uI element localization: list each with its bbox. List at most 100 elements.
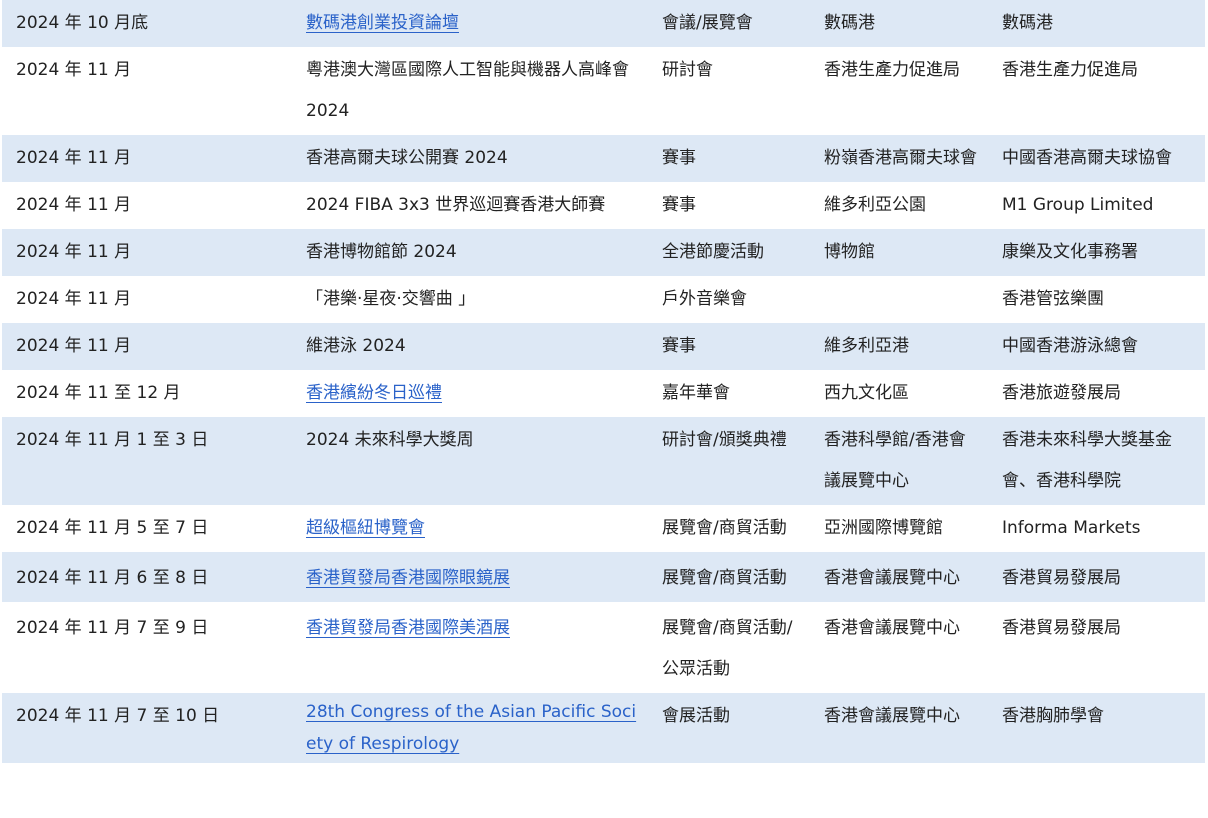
event-venue-cell: 博物館 bbox=[810, 229, 988, 276]
event-venue-text: 香港會議展覽中心 bbox=[824, 706, 960, 726]
event-name-cell: 「港樂‧星夜‧交響曲 」 bbox=[290, 276, 648, 323]
event-venue-cell: 數碼港 bbox=[810, 0, 988, 47]
event-date-cell: 2024 年 11 月 bbox=[2, 229, 290, 276]
event-date-text: 2024 年 11 月 bbox=[16, 195, 132, 215]
event-organizer-text: M1 Group Limited bbox=[1002, 195, 1154, 215]
event-organizer-text: 香港貿易發展局 bbox=[1002, 618, 1121, 638]
event-venue-cell: 維多利亞港 bbox=[810, 323, 988, 370]
event-name-text: 2024 FIBA 3x3 世界巡迴賽香港大師賽 bbox=[306, 195, 606, 215]
event-date-text: 2024 年 11 月 bbox=[16, 242, 132, 262]
table-row: 2024 年 11 月 香港高爾夫球公開賽 2024 賽事 粉嶺香港高爾夫球會 中國香港… bbox=[2, 135, 1205, 182]
table-row: 2024 年 10 月底 數碼港創業投資論壇 會議/展覽會 數碼港 數碼港 bbox=[2, 0, 1205, 47]
event-organizer-text: 數碼港 bbox=[1002, 13, 1053, 33]
table-row: 2024 年 11 月 5 至 7 日 超級樞紐博覽會 展覽會/商貿活動 亞洲國際博覽… bbox=[2, 505, 1205, 552]
event-type-cell: 會議/展覽會 bbox=[648, 0, 810, 47]
event-venue-text: 博物館 bbox=[824, 242, 875, 262]
event-type-text: 嘉年華會 bbox=[662, 383, 730, 403]
event-link[interactable]: 數碼港創業投資論壇 bbox=[306, 13, 459, 33]
event-date-text: 2024 年 11 月 bbox=[16, 148, 132, 168]
event-organizer-text: 香港管弦樂團 bbox=[1002, 289, 1104, 309]
event-organizer-text: 中國香港游泳總會 bbox=[1002, 336, 1138, 356]
events-table-body: 2024 年 10 月底 數碼港創業投資論壇 會議/展覽會 數碼港 數碼港 2024 年 … bbox=[2, 0, 1205, 763]
event-venue-cell: 維多利亞公園 bbox=[810, 182, 988, 229]
event-link[interactable]: 香港貿發局香港國際眼鏡展 bbox=[306, 568, 510, 588]
event-type-text: 賽事 bbox=[662, 336, 696, 356]
event-name-cell: 香港貿發局香港國際眼鏡展 bbox=[290, 552, 648, 602]
table-row: 2024 年 11 至 12 月 香港繽紛冬日巡禮 嘉年華會 西九文化區 香港旅遊發展局 bbox=[2, 370, 1205, 417]
event-name-cell: 28th Congress of the Asian Pacific Socie… bbox=[290, 693, 648, 763]
event-type-cell: 展覽會/商貿活動 bbox=[648, 505, 810, 552]
event-date-text: 2024 年 11 月 bbox=[16, 60, 132, 80]
event-name-cell: 超級樞紐博覽會 bbox=[290, 505, 648, 552]
event-organizer-text: Informa Markets bbox=[1002, 518, 1141, 538]
event-date-text: 2024 年 11 月 6 至 8 日 bbox=[16, 568, 209, 588]
event-type-cell: 展覽會/商貿活動 bbox=[648, 552, 810, 602]
event-venue-cell: 香港會議展覽中心 bbox=[810, 693, 988, 763]
event-date-cell: 2024 年 11 月 6 至 8 日 bbox=[2, 552, 290, 602]
event-organizer-text: 香港未來科學大獎基金會、香港科學院 bbox=[1002, 430, 1172, 491]
event-organizer-cell: 香港貿易發展局 bbox=[988, 602, 1205, 693]
table-row: 2024 年 11 月 「港樂‧星夜‧交響曲 」 戶外音樂會 香港管弦樂團 bbox=[2, 276, 1205, 323]
event-type-cell: 賽事 bbox=[648, 323, 810, 370]
event-type-cell: 研討會/頒獎典禮 bbox=[648, 417, 810, 505]
event-type-text: 全港節慶活動 bbox=[662, 242, 764, 262]
event-organizer-text: 香港生產力促進局 bbox=[1002, 60, 1138, 80]
event-name-cell: 2024 FIBA 3x3 世界巡迴賽香港大師賽 bbox=[290, 182, 648, 229]
event-venue-text: 香港科學館/香港會議展覽中心 bbox=[824, 430, 966, 491]
table-row: 2024 年 11 月 維港泳 2024 賽事 維多利亞港 中國香港游泳總會 bbox=[2, 323, 1205, 370]
event-organizer-text: 香港貿易發展局 bbox=[1002, 568, 1121, 588]
table-row: 2024 年 11 月 7 至 9 日 香港貿發局香港國際美酒展 展覽會/商貿活動/… bbox=[2, 602, 1205, 693]
event-venue-text: 香港生產力促進局 bbox=[824, 60, 960, 80]
event-organizer-cell: 數碼港 bbox=[988, 0, 1205, 47]
event-type-cell: 賽事 bbox=[648, 182, 810, 229]
event-date-cell: 2024 年 11 至 12 月 bbox=[2, 370, 290, 417]
event-type-text: 賽事 bbox=[662, 195, 696, 215]
event-date-text: 2024 年 11 月 bbox=[16, 336, 132, 356]
event-date-text: 2024 年 11 月 5 至 7 日 bbox=[16, 518, 209, 538]
events-table: 2024 年 10 月底 數碼港創業投資論壇 會議/展覽會 數碼港 數碼港 2024 年 … bbox=[2, 0, 1205, 763]
event-type-cell: 會展活動 bbox=[648, 693, 810, 763]
event-type-text: 研討會 bbox=[662, 60, 713, 80]
event-venue-text: 維多利亞港 bbox=[824, 336, 909, 356]
table-row: 2024 年 11 月 香港博物館節 2024 全港節慶活動 博物館 康樂及文化事務署 bbox=[2, 229, 1205, 276]
event-date-text: 2024 年 11 月 7 至 10 日 bbox=[16, 706, 220, 726]
event-name-text: 粵港澳大灣區國際人工智能與機器人高峰會 2024 bbox=[306, 60, 629, 121]
event-organizer-cell: 香港管弦樂團 bbox=[988, 276, 1205, 323]
event-name-text: 「港樂‧星夜‧交響曲 」 bbox=[306, 289, 476, 309]
event-date-text: 2024 年 10 月底 bbox=[16, 13, 149, 33]
event-date-cell: 2024 年 11 月 bbox=[2, 135, 290, 182]
event-name-text: 香港博物館節 2024 bbox=[306, 242, 457, 262]
event-venue-text: 香港會議展覽中心 bbox=[824, 618, 960, 638]
event-name-cell: 粵港澳大灣區國際人工智能與機器人高峰會 2024 bbox=[290, 47, 648, 135]
event-venue-text: 香港會議展覽中心 bbox=[824, 568, 960, 588]
event-link[interactable]: 香港繽紛冬日巡禮 bbox=[306, 383, 442, 403]
event-type-cell: 研討會 bbox=[648, 47, 810, 135]
event-type-text: 研討會/頒獎典禮 bbox=[662, 430, 787, 450]
event-date-cell: 2024 年 10 月底 bbox=[2, 0, 290, 47]
event-date-cell: 2024 年 11 月 bbox=[2, 323, 290, 370]
event-link[interactable]: 28th Congress of the Asian Pacific Socie… bbox=[306, 702, 636, 754]
event-date-cell: 2024 年 11 月 7 至 9 日 bbox=[2, 602, 290, 693]
event-organizer-cell: 中國香港游泳總會 bbox=[988, 323, 1205, 370]
event-organizer-text: 康樂及文化事務署 bbox=[1002, 242, 1138, 262]
event-date-text: 2024 年 11 月 7 至 9 日 bbox=[16, 618, 209, 638]
event-type-cell: 賽事 bbox=[648, 135, 810, 182]
event-name-text: 維港泳 2024 bbox=[306, 336, 406, 356]
event-venue-cell: 亞洲國際博覽館 bbox=[810, 505, 988, 552]
event-name-cell: 2024 未來科學大獎周 bbox=[290, 417, 648, 505]
event-link[interactable]: 香港貿發局香港國際美酒展 bbox=[306, 618, 510, 638]
event-venue-cell: 香港科學館/香港會議展覽中心 bbox=[810, 417, 988, 505]
event-date-cell: 2024 年 11 月 bbox=[2, 182, 290, 229]
event-link[interactable]: 超級樞紐博覽會 bbox=[306, 518, 425, 538]
event-name-cell: 香港高爾夫球公開賽 2024 bbox=[290, 135, 648, 182]
event-name-cell: 維港泳 2024 bbox=[290, 323, 648, 370]
event-venue-cell: 西九文化區 bbox=[810, 370, 988, 417]
event-organizer-cell: M1 Group Limited bbox=[988, 182, 1205, 229]
event-venue-cell: 香港會議展覽中心 bbox=[810, 602, 988, 693]
event-venue-cell: 香港生產力促進局 bbox=[810, 47, 988, 135]
event-organizer-cell: 香港未來科學大獎基金會、香港科學院 bbox=[988, 417, 1205, 505]
event-organizer-cell: 香港胸肺學會 bbox=[988, 693, 1205, 763]
event-venue-cell: 粉嶺香港高爾夫球會 bbox=[810, 135, 988, 182]
event-date-text: 2024 年 11 月 1 至 3 日 bbox=[16, 430, 209, 450]
table-row: 2024 年 11 月 粵港澳大灣區國際人工智能與機器人高峰會 2024 研討會 香港… bbox=[2, 47, 1205, 135]
